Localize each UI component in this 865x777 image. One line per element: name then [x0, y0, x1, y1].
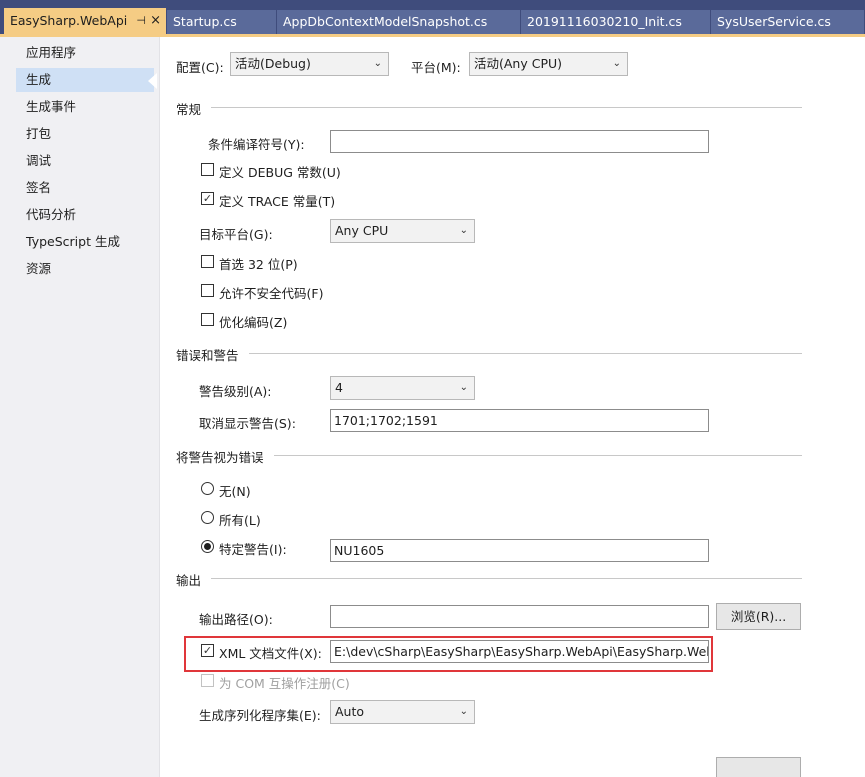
- nav-item-application[interactable]: 应用程序: [16, 41, 154, 65]
- output-path-input[interactable]: [330, 605, 709, 628]
- configuration-value: 活动(Debug): [235, 56, 311, 71]
- nav-item-code-analysis[interactable]: 代码分析: [16, 203, 154, 227]
- treat-all-radio[interactable]: [201, 511, 214, 524]
- define-trace-label: 定义 TRACE 常量(T): [219, 194, 336, 209]
- treat-all-label: 所有(L): [219, 513, 261, 528]
- section-output-title: 输出: [176, 570, 212, 589]
- platform-target-label: 目标平台(G):: [199, 227, 273, 242]
- section-divider: [176, 107, 802, 108]
- conditional-symbols-input[interactable]: [330, 130, 709, 153]
- tab-startup[interactable]: Startup.cs: [167, 10, 277, 34]
- chevron-down-icon: ⌄: [459, 382, 468, 393]
- warning-level-value: 4: [335, 380, 343, 395]
- section-general-title: 常规: [176, 99, 212, 118]
- prefer-32bit-label: 首选 32 位(P): [219, 257, 298, 272]
- advanced-button[interactable]: [716, 757, 801, 777]
- configuration-label: 配置(C):: [176, 60, 224, 75]
- tab-label: EasySharp.WebApi: [10, 13, 128, 28]
- tab-label: Startup.cs: [173, 14, 237, 29]
- suppress-warnings-label: 取消显示警告(S):: [199, 416, 296, 431]
- platform-label: 平台(M):: [411, 60, 461, 75]
- configuration-dropdown[interactable]: 活动(Debug) ⌄: [230, 52, 389, 76]
- warning-level-label: 警告级别(A):: [199, 384, 272, 399]
- register-com-checkbox[interactable]: [201, 674, 214, 687]
- section-divider: [176, 353, 802, 354]
- tab-init-migration[interactable]: 20191116030210_Init.cs: [521, 10, 711, 34]
- define-trace-checkbox[interactable]: ✓: [201, 192, 214, 205]
- serialization-value: Auto: [335, 704, 365, 719]
- register-com-label: 为 COM 互操作注册(C): [219, 676, 350, 691]
- conditional-symbols-label: 条件编译符号(Y):: [208, 137, 305, 152]
- chevron-down-icon: ⌄: [373, 58, 382, 69]
- chevron-down-icon: ⌄: [459, 706, 468, 717]
- selection-pointer: [148, 73, 157, 89]
- section-divider: [176, 578, 802, 579]
- pin-icon[interactable]: ⊣: [136, 8, 146, 34]
- treat-none-label: 无(N): [219, 484, 251, 499]
- checkmark-icon: ✓: [202, 644, 213, 657]
- nav-item-package[interactable]: 打包: [16, 122, 154, 146]
- section-treat-warnings-title: 将警告视为错误: [176, 447, 274, 466]
- tab-sysuserservice[interactable]: SysUserService.cs: [711, 10, 865, 34]
- tab-label: AppDbContextModelSnapshot.cs: [283, 14, 488, 29]
- xml-doc-label: XML 文档文件(X):: [219, 646, 322, 661]
- tab-label: 20191116030210_Init.cs: [527, 14, 682, 29]
- browse-button[interactable]: 浏览(R)...: [716, 603, 801, 630]
- treat-specific-label: 特定警告(I):: [219, 542, 287, 557]
- define-debug-label: 定义 DEBUG 常数(U): [219, 165, 341, 180]
- serialization-label: 生成序列化程序集(E):: [199, 708, 321, 723]
- allow-unsafe-checkbox[interactable]: [201, 284, 214, 297]
- platform-value: 活动(Any CPU): [474, 56, 563, 71]
- treat-specific-radio[interactable]: [201, 540, 214, 553]
- treat-none-radio[interactable]: [201, 482, 214, 495]
- optimize-code-label: 优化编码(Z): [219, 315, 288, 330]
- tab-label: SysUserService.cs: [717, 14, 831, 29]
- allow-unsafe-label: 允许不安全代码(F): [219, 286, 324, 301]
- nav-item-build-events[interactable]: 生成事件: [16, 95, 154, 119]
- warning-level-dropdown[interactable]: 4 ⌄: [330, 376, 475, 400]
- section-errors-title: 错误和警告: [176, 345, 249, 364]
- nav-item-signing[interactable]: 签名: [16, 176, 154, 200]
- nav-item-typescript-build[interactable]: TypeScript 生成: [16, 230, 154, 254]
- platform-target-dropdown[interactable]: Any CPU ⌄: [330, 219, 475, 243]
- nav-item-build[interactable]: 生成: [16, 68, 154, 92]
- platform-target-value: Any CPU: [335, 223, 389, 238]
- checkmark-icon: ✓: [202, 192, 213, 205]
- xml-doc-path-input[interactable]: E:\dev\cSharp\EasySharp\EasySharp.WebApi…: [330, 640, 709, 663]
- output-path-label: 输出路径(O):: [199, 612, 273, 627]
- nav-item-resources[interactable]: 资源: [16, 257, 154, 281]
- radio-selected-dot: [204, 543, 211, 550]
- tab-appdbcontext-snapshot[interactable]: AppDbContextModelSnapshot.cs: [277, 10, 521, 34]
- property-nav: [0, 37, 160, 777]
- tab-easysharp-webapi[interactable]: EasySharp.WebApi ⊣ ×: [4, 8, 167, 34]
- define-debug-checkbox[interactable]: [201, 163, 214, 176]
- serialization-dropdown[interactable]: Auto ⌄: [330, 700, 475, 724]
- close-icon[interactable]: ×: [150, 8, 161, 34]
- chevron-down-icon: ⌄: [459, 225, 468, 236]
- specific-warnings-input[interactable]: NU1605: [330, 539, 709, 562]
- platform-dropdown[interactable]: 活动(Any CPU) ⌄: [469, 52, 628, 76]
- chevron-down-icon: ⌄: [612, 58, 621, 69]
- optimize-code-checkbox[interactable]: [201, 313, 214, 326]
- xml-doc-checkbox[interactable]: ✓: [201, 644, 214, 657]
- suppress-warnings-input[interactable]: 1701;1702;1591: [330, 409, 709, 432]
- prefer-32bit-checkbox[interactable]: [201, 255, 214, 268]
- nav-item-debug[interactable]: 调试: [16, 149, 154, 173]
